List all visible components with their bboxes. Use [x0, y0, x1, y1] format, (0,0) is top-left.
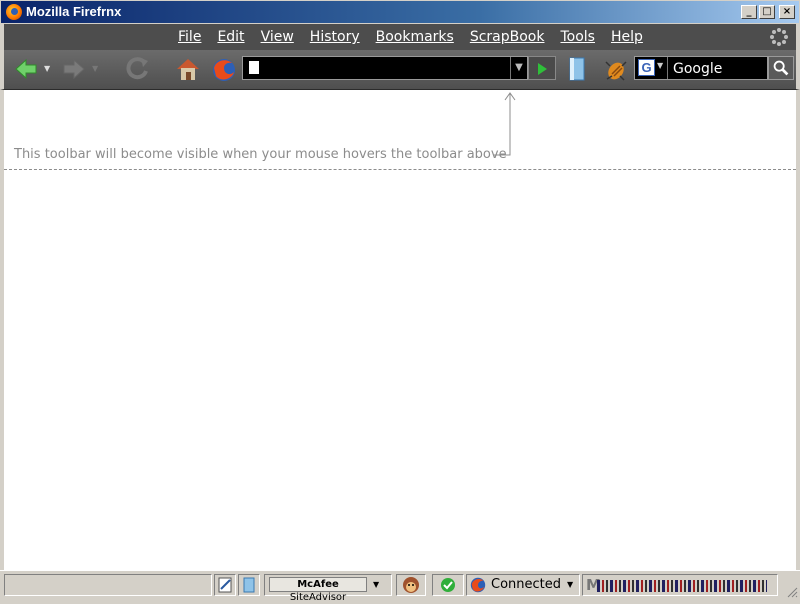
toolbar-hint-text: This toolbar will become visible when yo…: [14, 147, 507, 162]
firefox-small-icon: [470, 577, 486, 593]
title-bar: Mozilla Firefrnx _ □ ×: [0, 0, 800, 24]
menu-scrapbook[interactable]: ScrapBook: [462, 28, 553, 46]
scratchpad-panel[interactable]: [214, 574, 236, 596]
gmail-notifier-panel[interactable]: M: [582, 574, 778, 596]
google-engine-icon: G: [638, 59, 655, 76]
menu-tools[interactable]: Tools: [552, 28, 603, 46]
window-title: Mozilla Firefrnx: [26, 4, 122, 19]
back-arrow-icon[interactable]: [14, 58, 38, 80]
connection-panel[interactable]: Connected ▼: [466, 574, 580, 596]
page-icon: [249, 61, 259, 74]
status-bar: McAfee SiteAdvisor ▼ Connected ▼ M: [0, 570, 800, 603]
monkey-icon: [403, 577, 419, 593]
close-button[interactable]: ×: [779, 5, 795, 19]
firebug-icon[interactable]: [602, 56, 630, 82]
green-check-icon: [441, 578, 455, 592]
menu-items: File Edit View History Bookmarks ScrapBo…: [170, 28, 651, 46]
back-dropdown-icon[interactable]: ▼: [44, 64, 52, 73]
greasemonkey-panel[interactable]: [396, 574, 426, 596]
page-content: This toolbar will become visible when yo…: [4, 90, 796, 570]
forward-dropdown-icon[interactable]: ▼: [92, 64, 98, 73]
notepad-icon: [218, 577, 232, 593]
bookmarks-sidebar-icon[interactable]: [566, 56, 588, 82]
connection-status: Connected: [491, 577, 562, 592]
menu-bar: File Edit View History Bookmarks ScrapBo…: [0, 24, 800, 50]
menu-edit[interactable]: Edit: [209, 28, 252, 46]
siteadvisor-panel[interactable]: McAfee SiteAdvisor ▼: [264, 574, 392, 603]
menu-history[interactable]: History: [302, 28, 368, 46]
menu-bookmarks[interactable]: Bookmarks: [368, 28, 462, 46]
url-input[interactable]: [263, 59, 507, 79]
window-controls: _ □ ×: [741, 5, 795, 19]
navigation-toolbar: ▼ ▼ ▼ G ▼: [0, 50, 800, 90]
resize-grip-icon[interactable]: [786, 586, 798, 598]
menu-help[interactable]: Help: [603, 28, 651, 46]
search-box[interactable]: G ▼: [634, 56, 769, 80]
mcafee-siteadvisor-button[interactable]: McAfee SiteAdvisor: [269, 577, 367, 603]
dashed-divider: [4, 169, 796, 170]
home-icon[interactable]: [174, 56, 202, 82]
bookmark-sidebar-small-icon: [243, 577, 255, 593]
status-text-panel: [4, 574, 212, 596]
menu-file[interactable]: File: [170, 28, 209, 46]
search-engine-dropdown-icon: ▼: [657, 61, 664, 70]
menu-view[interactable]: View: [253, 28, 302, 46]
minimize-button[interactable]: _: [741, 5, 757, 19]
gmail-account-strip: [597, 580, 767, 592]
go-button[interactable]: [528, 56, 556, 80]
throbber-icon: [770, 28, 788, 46]
siteadvisor-dropdown-icon[interactable]: ▼: [373, 580, 379, 589]
firefox-logo-icon: [6, 4, 22, 20]
search-engine-selector[interactable]: G ▼: [635, 57, 668, 79]
sidebar-toggle-panel[interactable]: [238, 574, 260, 596]
url-dropdown-icon[interactable]: ▼: [510, 57, 527, 79]
mcafee-brand: McAfee: [297, 579, 339, 590]
url-bar[interactable]: ▼: [242, 56, 528, 80]
status-ok-panel[interactable]: [432, 574, 464, 596]
forward-arrow-icon[interactable]: [62, 58, 86, 80]
search-magnifier-icon[interactable]: [768, 56, 794, 80]
connection-dropdown-icon[interactable]: ▼: [567, 580, 573, 589]
firefox-button-icon[interactable]: [210, 56, 238, 84]
reload-icon[interactable]: [124, 56, 152, 82]
mcafee-product: SiteAdvisor: [289, 592, 347, 603]
search-input[interactable]: [671, 59, 769, 79]
maximize-button[interactable]: □: [759, 5, 775, 19]
